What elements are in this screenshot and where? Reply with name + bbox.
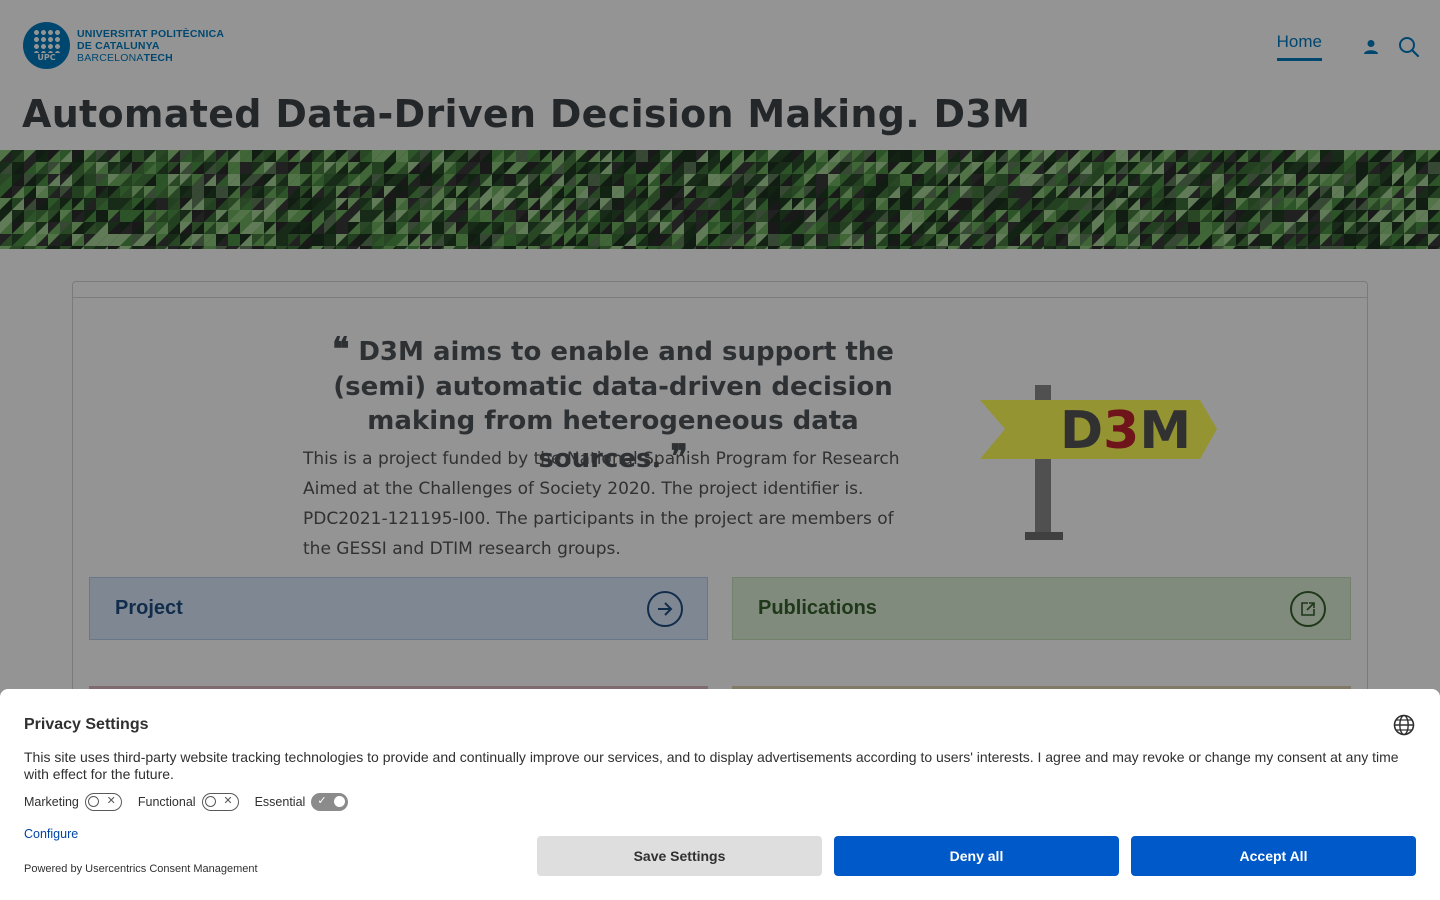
deny-all-button[interactable]: Deny all [834, 836, 1119, 876]
configure-link[interactable]: Configure [24, 827, 78, 841]
functional-switch[interactable]: ✕ [201, 793, 239, 811]
toggle-functional-label: Functional [137, 795, 196, 809]
consent-toggles: Marketing ✕ Functional ✕ Essential ✓ [24, 793, 364, 811]
privacy-settings-banner: Privacy Settings This site uses third-pa… [0, 689, 1440, 900]
privacy-title: Privacy Settings [24, 716, 149, 733]
privacy-text: This site uses third-party website track… [24, 749, 1399, 782]
toggle-functional: Functional ✕ [138, 793, 239, 811]
save-settings-button[interactable]: Save Settings [537, 836, 822, 876]
check-icon: ✓ [317, 795, 327, 807]
x-icon: ✕ [223, 795, 233, 807]
toggle-marketing: Marketing ✕ [24, 793, 122, 811]
x-icon: ✕ [106, 795, 116, 807]
accept-all-button[interactable]: Accept All [1131, 836, 1416, 876]
toggle-essential: Essential ✓ [255, 793, 349, 811]
powered-by-text: Powered by Usercentrics Consent Manageme… [24, 863, 258, 875]
language-globe-icon[interactable] [1393, 714, 1415, 736]
marketing-switch[interactable]: ✕ [84, 793, 122, 811]
toggle-essential-label: Essential [254, 795, 306, 809]
toggle-marketing-label: Marketing [24, 795, 79, 809]
essential-switch[interactable]: ✓ [311, 793, 349, 811]
